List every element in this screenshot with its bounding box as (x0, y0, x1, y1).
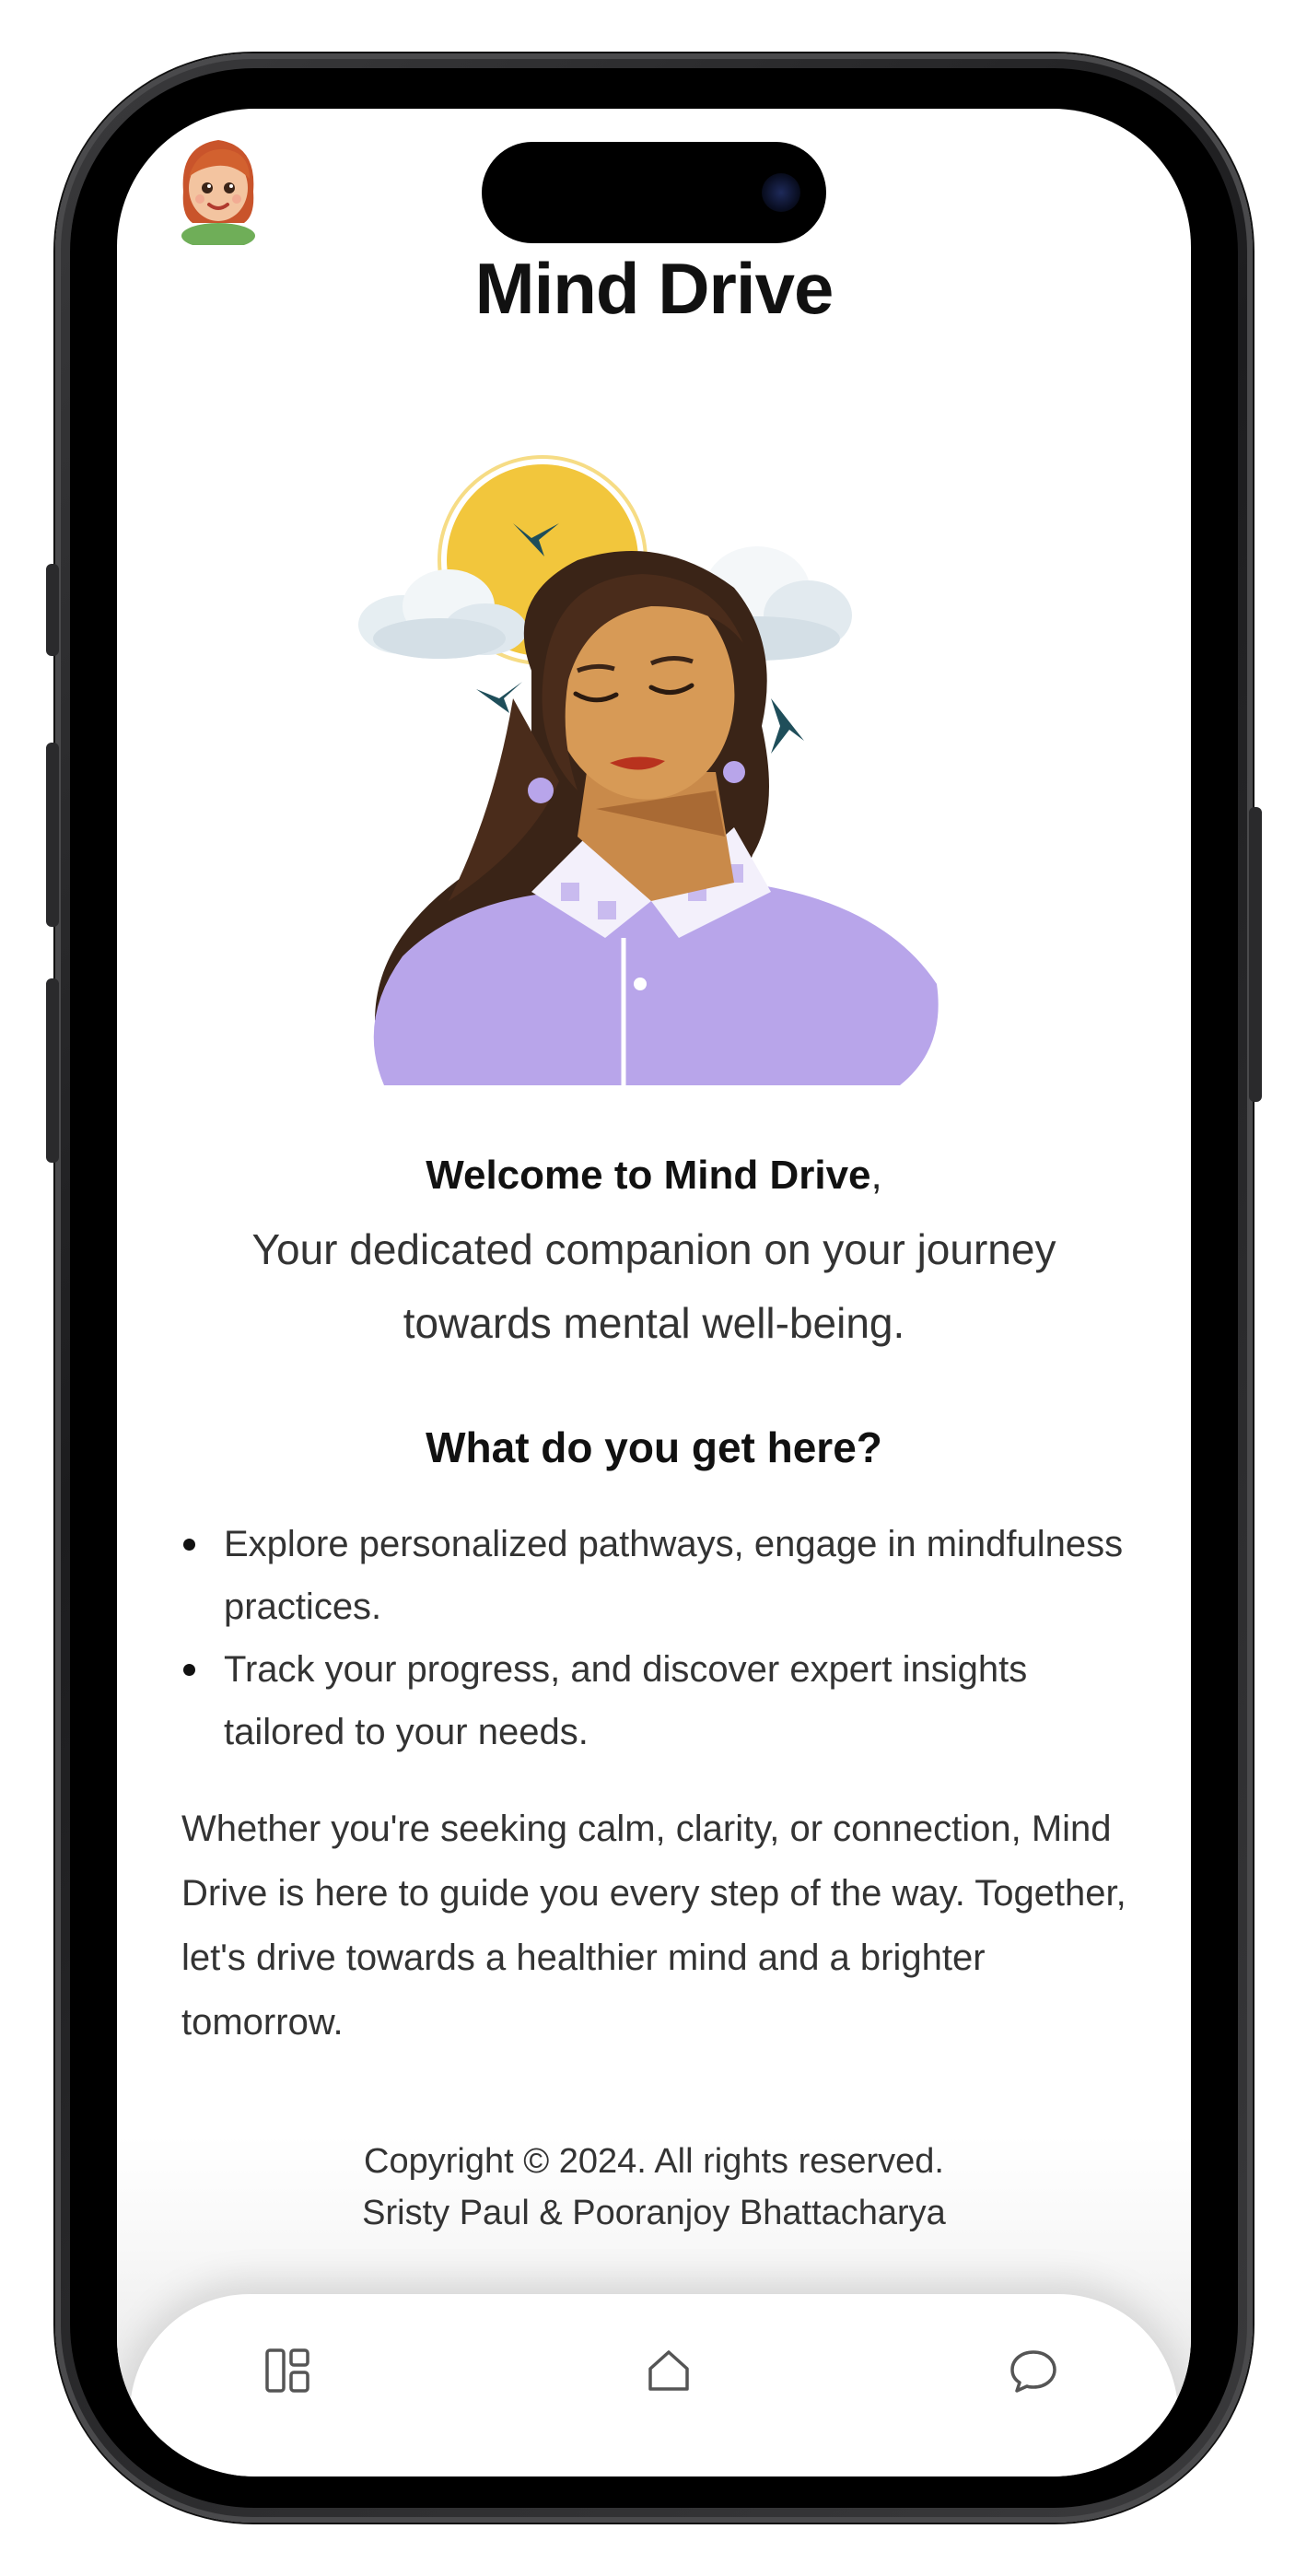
feature-item: Track your progress, and discover expert… (181, 1638, 1126, 1763)
volume-up-button (46, 743, 59, 927)
volume-down-button (46, 978, 59, 1163)
welcome-tagline: Your dedicated companion on your journey… (251, 1225, 1056, 1347)
page: Mind Drive Welcome to Mind Drive, Your d… (0, 0, 1307, 2576)
nav-chat-button[interactable] (1001, 2338, 1066, 2403)
features-heading: What do you get here? (426, 1423, 882, 1471)
app-title: Mind Drive (474, 248, 834, 329)
authors-text: Sristy Paul & Pooranjoy Bhattacharya (362, 2194, 946, 2232)
welcome-heading: Welcome to Mind Drive (426, 1153, 871, 1198)
copyright-text: Copyright © 2024. All rights reserved. (364, 2142, 944, 2181)
copyright-block: Copyright © 2024. All rights reserved. S… (117, 2136, 1191, 2239)
closing-paragraph: Whether you're seeking calm, clarity, or… (181, 1809, 1126, 2043)
dashboard-icon (265, 2348, 309, 2393)
bullet-icon (183, 1664, 195, 1676)
bird-icon (771, 698, 804, 754)
welcome-heading-line: Welcome to Mind Drive, (181, 1139, 1126, 1212)
nav-dashboard-button[interactable] (255, 2338, 320, 2403)
chat-icon (1010, 2350, 1056, 2393)
action-button (46, 564, 59, 656)
nav-home-button[interactable] (636, 2338, 701, 2403)
feature-item-text: Explore personalized pathways, engage in… (224, 1524, 1124, 1627)
hero-illustration (347, 422, 946, 1085)
front-camera (762, 173, 800, 212)
app-screen: Mind Drive Welcome to Mind Drive, Your d… (117, 109, 1191, 2476)
avatar-icon (181, 140, 255, 249)
features-list: Explore personalized pathways, engage in… (181, 1513, 1126, 1763)
home-icon (648, 2350, 689, 2391)
feature-item-text: Track your progress, and discover expert… (224, 1649, 1028, 1752)
power-button (1249, 807, 1262, 1102)
welcome-heading-comma: , (870, 1153, 882, 1198)
feature-item: Explore personalized pathways, engage in… (181, 1513, 1126, 1638)
intro-section: Welcome to Mind Drive, Your dedicated co… (181, 1139, 1126, 2055)
user-avatar[interactable] (170, 127, 266, 249)
bottom-nav (130, 2294, 1178, 2476)
bullet-icon (183, 1539, 195, 1551)
dynamic-island (482, 142, 826, 243)
